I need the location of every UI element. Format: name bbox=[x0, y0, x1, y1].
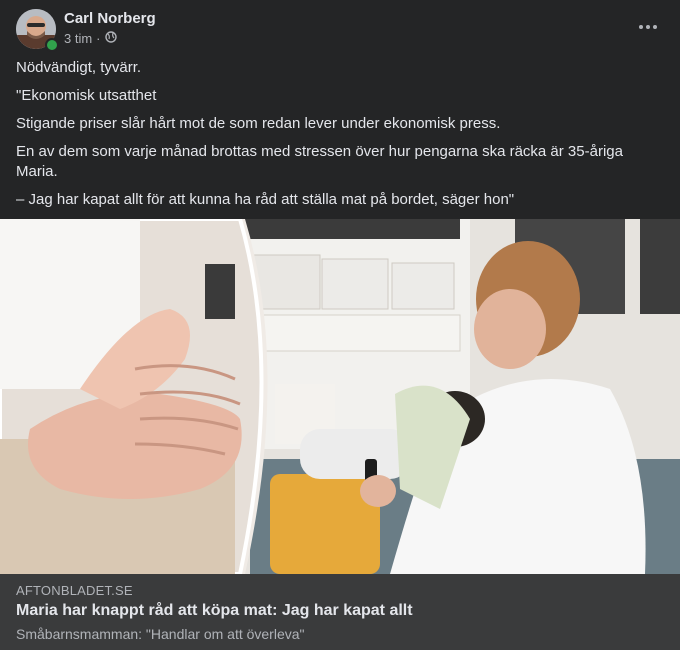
facebook-post: Carl Norberg 3 tim · Nödvändigt, tyvärr.… bbox=[0, 0, 680, 650]
link-preview[interactable]: AFTONBLADET.SE Maria har knappt råd att … bbox=[0, 574, 680, 650]
link-preview-image[interactable] bbox=[0, 219, 680, 574]
post-text: Nödvändigt, tyvärr. "Ekonomisk utsatthet… bbox=[16, 58, 656, 218]
post-time[interactable]: 3 tim bbox=[64, 31, 92, 46]
link-domain: AFTONBLADET.SE bbox=[16, 583, 133, 598]
post-text-line: Stigande priser slår hårt mot de som red… bbox=[16, 115, 501, 132]
post-header: Carl Norberg 3 tim · bbox=[16, 9, 664, 53]
post-text-line: "Ekonomisk utsatthet bbox=[16, 87, 157, 104]
more-options-icon[interactable] bbox=[632, 15, 664, 39]
globe-icon bbox=[104, 31, 117, 46]
link-title[interactable]: Maria har knappt råd att köpa mat: Jag h… bbox=[16, 602, 413, 620]
post-meta: 3 tim · bbox=[64, 31, 117, 46]
post-text-line: En av dem som varje månad brottas med st… bbox=[16, 143, 623, 180]
post-text-line: – Jag har kapat allt för att kunna ha rå… bbox=[16, 191, 515, 208]
online-status-dot bbox=[45, 38, 59, 52]
author-name[interactable]: Carl Norberg bbox=[64, 10, 156, 27]
link-subtitle: Småbarnsmamman: "Handlar om att överleva… bbox=[16, 626, 305, 642]
meta-separator: · bbox=[96, 31, 101, 46]
post-text-line: Nödvändigt, tyvärr. bbox=[16, 59, 142, 76]
